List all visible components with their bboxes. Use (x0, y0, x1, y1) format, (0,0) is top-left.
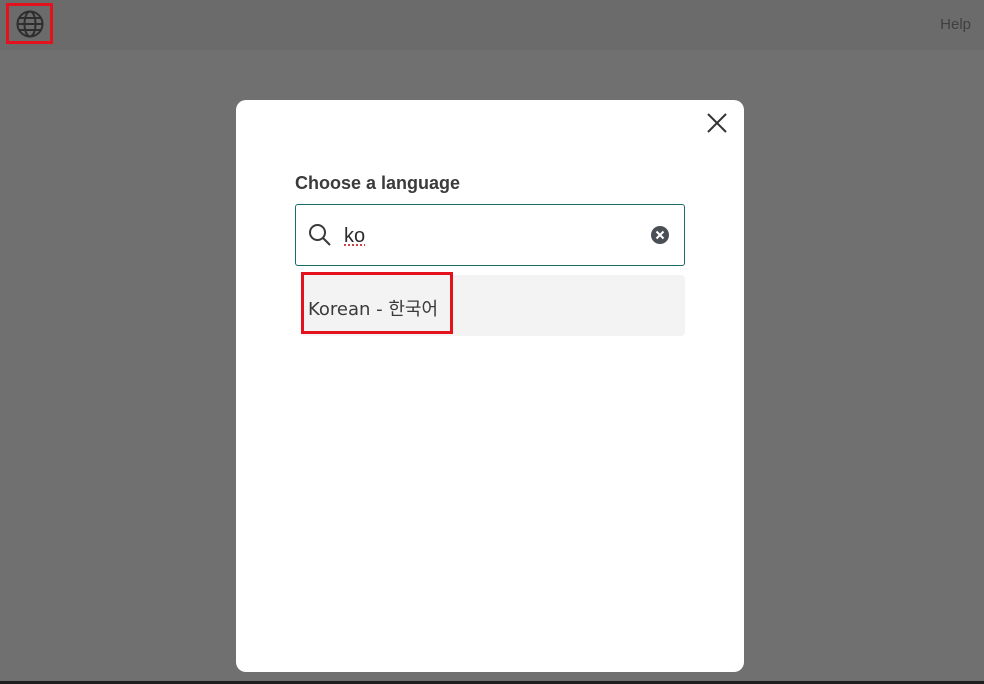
language-modal: Choose a language Korean - 한국어 (236, 100, 744, 672)
top-bar: Help (0, 0, 984, 50)
language-search-box (295, 204, 685, 266)
language-results-list: Korean - 한국어 (301, 272, 685, 336)
globe-icon (15, 9, 45, 39)
language-option-label: Korean - 한국어 (308, 299, 439, 320)
search-icon (308, 223, 332, 247)
close-button[interactable] (703, 111, 731, 139)
clear-search-button[interactable] (650, 225, 670, 245)
help-link[interactable]: Help (940, 16, 971, 33)
language-option-korean[interactable]: Korean - 한국어 (301, 272, 685, 336)
language-button[interactable] (6, 3, 53, 44)
clear-circle-icon (651, 226, 669, 244)
close-icon (705, 111, 729, 140)
modal-title: Choose a language (295, 173, 461, 193)
language-search-input[interactable] (344, 219, 634, 253)
